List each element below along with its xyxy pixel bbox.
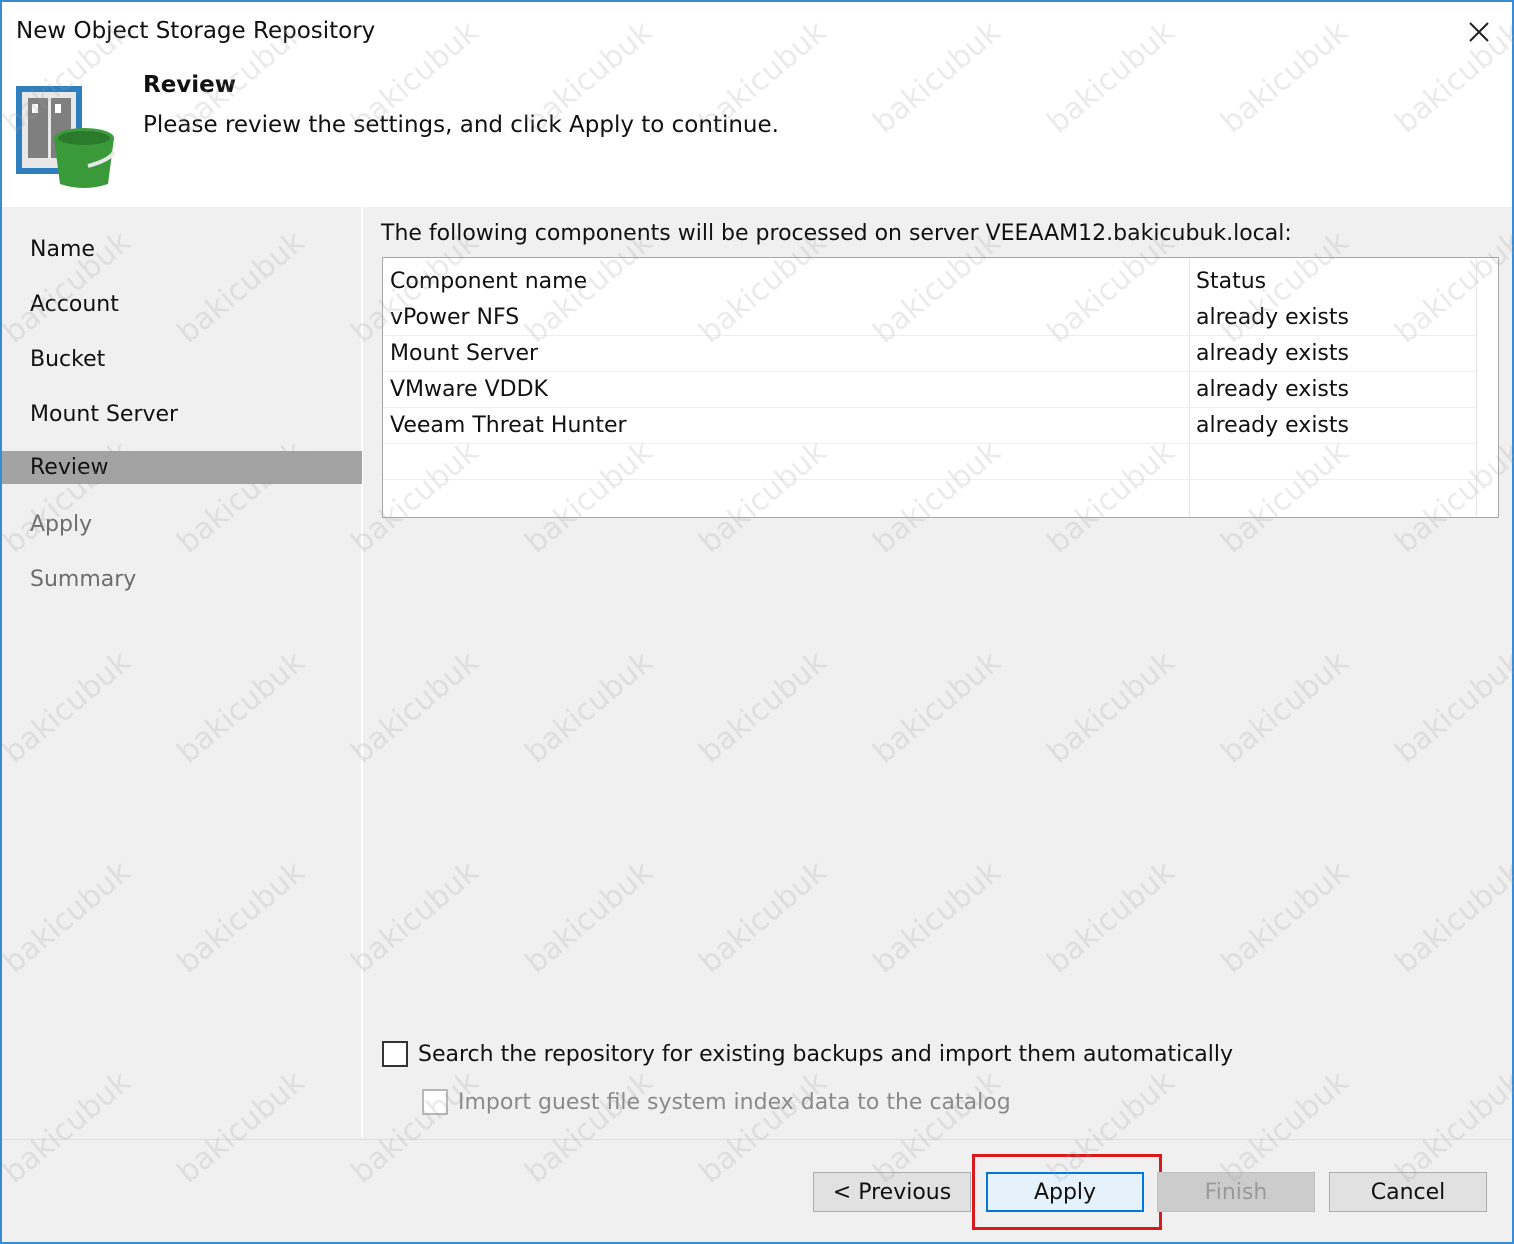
step-bucket[interactable]: Bucket bbox=[2, 343, 362, 376]
table-row[interactable]: VMware VDDK already exists bbox=[383, 372, 1476, 408]
wizard-header: Review Please review the settings, and c… bbox=[2, 66, 1512, 206]
status-cell: already exists bbox=[1196, 377, 1349, 402]
object-storage-bucket-icon bbox=[16, 86, 116, 188]
finish-button: Finish bbox=[1157, 1172, 1315, 1212]
close-icon bbox=[1469, 22, 1489, 42]
status-cell: already exists bbox=[1196, 341, 1349, 366]
import-index-label: Import guest file system index data to t… bbox=[458, 1089, 1011, 1115]
previous-button[interactable]: < Previous bbox=[813, 1172, 971, 1212]
step-title: Review bbox=[143, 72, 237, 98]
component-name-cell: vPower NFS bbox=[390, 305, 520, 330]
column-header-status[interactable]: Status bbox=[1196, 264, 1266, 300]
table-row-empty bbox=[383, 480, 1476, 516]
step-account[interactable]: Account bbox=[2, 288, 362, 321]
wizard-footer: < Previous Apply Finish Cancel bbox=[2, 1139, 1512, 1242]
component-name-cell: Mount Server bbox=[390, 341, 539, 366]
column-divider bbox=[1476, 258, 1477, 517]
step-description: Please review the settings, and click Ap… bbox=[143, 112, 779, 138]
table-row[interactable]: Veeam Threat Hunter already exists bbox=[383, 408, 1476, 444]
table-row-empty bbox=[383, 444, 1476, 480]
components-table[interactable]: Component name Status vPower NFS already… bbox=[382, 257, 1499, 518]
search-backups-label: Search the repository for existing backu… bbox=[418, 1041, 1234, 1067]
search-backups-checkbox[interactable] bbox=[382, 1041, 408, 1067]
search-backups-option[interactable]: Search the repository for existing backu… bbox=[382, 1041, 1233, 1067]
import-index-checkbox bbox=[422, 1089, 448, 1115]
title-bar: New Object Storage Repository bbox=[2, 2, 1512, 66]
status-cell: already exists bbox=[1196, 413, 1349, 438]
wizard-content: Name Account Bucket Mount Server Review … bbox=[2, 207, 1512, 1139]
window-title: New Object Storage Repository bbox=[16, 18, 376, 44]
apply-button[interactable]: Apply bbox=[986, 1172, 1144, 1212]
table-header-row: Component name Status bbox=[383, 264, 1476, 300]
component-name-cell: Veeam Threat Hunter bbox=[390, 413, 627, 438]
wizard-window: New Object Storage Repository Review Ple… bbox=[0, 0, 1514, 1244]
components-label: The following components will be process… bbox=[381, 221, 1292, 246]
cancel-button[interactable]: Cancel bbox=[1329, 1172, 1487, 1212]
close-button[interactable] bbox=[1454, 10, 1504, 54]
step-review[interactable]: Review bbox=[2, 451, 362, 484]
component-name-cell: VMware VDDK bbox=[390, 377, 548, 402]
step-apply: Apply bbox=[30, 512, 93, 537]
step-mount-server[interactable]: Mount Server bbox=[2, 398, 362, 431]
table-row[interactable]: Mount Server already exists bbox=[383, 336, 1476, 372]
column-header-component[interactable]: Component name bbox=[390, 264, 587, 300]
wizard-steps-sidebar: Name Account Bucket Mount Server Review … bbox=[2, 207, 363, 1137]
status-cell: already exists bbox=[1196, 305, 1349, 330]
step-name[interactable]: Name bbox=[2, 233, 362, 266]
import-index-option: Import guest file system index data to t… bbox=[422, 1089, 1011, 1115]
step-summary: Summary bbox=[30, 567, 137, 592]
review-panel: The following components will be process… bbox=[366, 207, 1512, 1137]
table-row[interactable]: vPower NFS already exists bbox=[383, 300, 1476, 336]
